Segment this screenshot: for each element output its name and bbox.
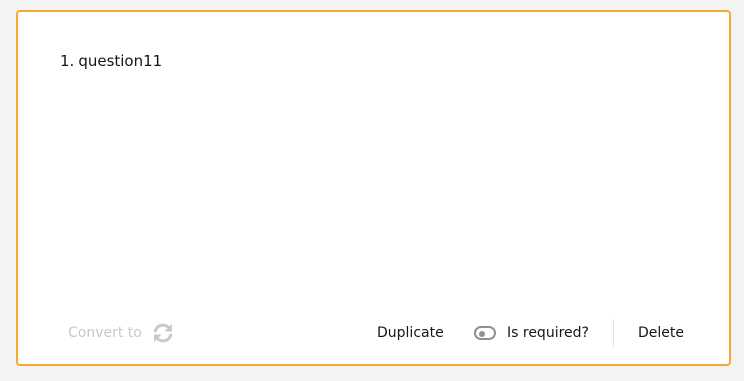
delete-label: Delete [638, 325, 684, 341]
is-required-label: Is required? [507, 325, 589, 341]
duplicate-button[interactable]: Duplicate [377, 320, 444, 346]
question-title[interactable]: 1. question11 [60, 52, 162, 70]
delete-button[interactable]: Delete [638, 320, 684, 346]
question-title-text[interactable]: question11 [78, 52, 162, 70]
footer-divider [613, 319, 614, 347]
refresh-icon [151, 321, 175, 345]
duplicate-label: Duplicate [377, 325, 444, 341]
convert-to-button[interactable]: Convert to [68, 320, 175, 346]
toggle-switch-icon [474, 326, 496, 340]
toggle-knob [479, 331, 485, 337]
question-footer: Convert to Duplicate Is required? Delete [18, 316, 729, 350]
question-number: 1. [60, 52, 75, 70]
convert-to-label: Convert to [68, 325, 142, 341]
question-card[interactable]: 1. question11 Convert to Duplicate Is req… [16, 10, 731, 366]
is-required-toggle[interactable]: Is required? [474, 320, 589, 346]
